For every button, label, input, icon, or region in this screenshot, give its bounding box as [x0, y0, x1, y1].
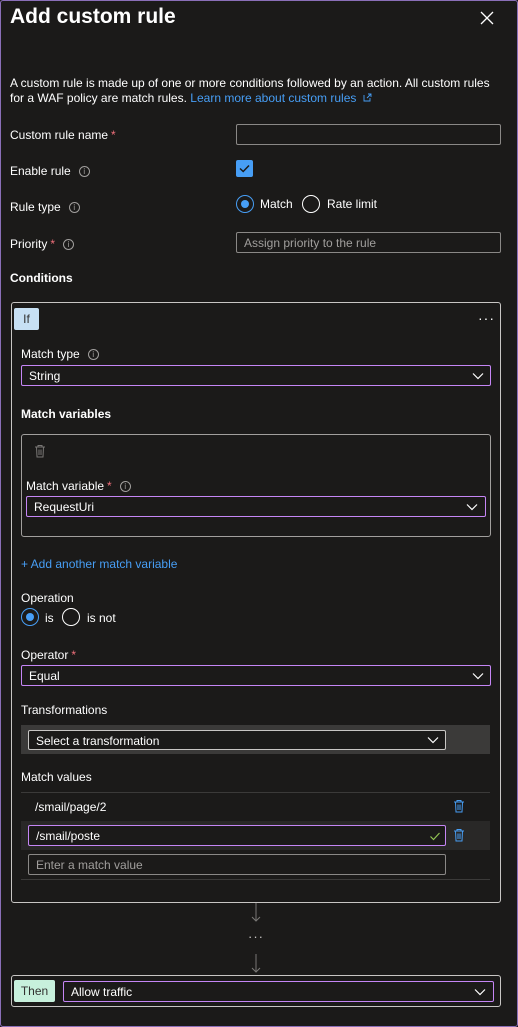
match-type-value: String	[29, 369, 61, 383]
priority-placeholder: Assign priority to the rule	[244, 236, 377, 250]
match-value-placeholder: Enter a match value	[36, 858, 143, 872]
info-icon[interactable]: i	[63, 239, 75, 251]
match-variable-value: RequestUri	[34, 500, 95, 514]
then-badge: Then	[14, 980, 55, 1002]
add-match-variable-link[interactable]: + Add another match variable	[21, 557, 177, 571]
more-options-icon[interactable]: ···	[478, 310, 495, 326]
info-icon[interactable]: i	[87, 349, 99, 361]
divider	[21, 792, 490, 793]
check-icon	[239, 164, 250, 173]
delete-icon[interactable]	[453, 799, 465, 813]
rule-type-match-label[interactable]: Match	[260, 197, 293, 211]
match-type-dropdown[interactable]: String	[21, 365, 491, 386]
match-variable-dropdown[interactable]: RequestUri	[26, 496, 486, 517]
operation-label: Operation	[21, 591, 74, 605]
priority-input[interactable]: Assign priority to the rule	[236, 232, 501, 253]
custom-rule-name-input[interactable]	[236, 124, 501, 145]
conditions-heading: Conditions	[10, 271, 73, 285]
match-value-text: /smail/poste	[36, 829, 101, 843]
info-icon[interactable]: i	[68, 202, 80, 214]
match-values-label: Match values	[21, 770, 92, 784]
transformation-placeholder: Select a transformation	[36, 734, 160, 748]
arrow-down-icon	[251, 954, 261, 973]
panel-title: Add custom rule	[10, 5, 176, 28]
ellipsis-indicator: ···	[248, 929, 264, 944]
arrow-down-icon	[251, 903, 261, 922]
close-icon[interactable]	[478, 9, 496, 27]
action-dropdown[interactable]: Allow traffic	[63, 981, 494, 1002]
operation-is-label[interactable]: is	[45, 611, 54, 625]
operation-is-not-label[interactable]: is not	[87, 611, 116, 625]
info-icon[interactable]: i	[119, 481, 131, 493]
match-variable-label: Match variable * i	[26, 479, 131, 493]
external-link-icon	[363, 93, 372, 102]
chevron-down-icon	[427, 737, 439, 744]
match-value-item[interactable]: /smail/page/2	[35, 800, 106, 814]
chevron-down-icon	[466, 504, 478, 511]
custom-rule-name-label: Custom rule name *	[10, 128, 116, 142]
transformation-dropdown[interactable]: Select a transformation	[28, 730, 446, 750]
operation-is-not-radio[interactable]	[62, 608, 80, 626]
delete-icon[interactable]	[34, 444, 46, 458]
chevron-down-icon	[472, 373, 484, 380]
rule-type-rate-limit-radio[interactable]	[302, 195, 320, 213]
transformations-label: Transformations	[21, 703, 108, 717]
match-variables-heading: Match variables	[21, 407, 112, 421]
match-value-input[interactable]: Enter a match value	[28, 854, 446, 875]
operation-is-radio[interactable]	[21, 608, 39, 626]
action-value: Allow traffic	[71, 985, 133, 999]
match-type-label: Match type i	[21, 347, 99, 361]
learn-more-link[interactable]: Learn more about custom rules	[190, 91, 356, 105]
rule-type-rate-limit-label[interactable]: Rate limit	[327, 197, 377, 211]
match-value-input-editing[interactable]: /smail/poste	[28, 825, 446, 846]
divider	[21, 879, 490, 880]
rule-type-match-radio[interactable]	[236, 195, 254, 213]
info-icon[interactable]: i	[78, 166, 90, 178]
enable-rule-label: Enable rule i	[10, 164, 90, 178]
operator-dropdown[interactable]: Equal	[21, 665, 491, 686]
chevron-down-icon	[474, 989, 486, 996]
enable-rule-checkbox[interactable]	[236, 160, 253, 177]
operator-value: Equal	[29, 669, 60, 683]
panel-description: A custom rule is made up of one or more …	[10, 76, 490, 105]
delete-icon[interactable]	[453, 828, 465, 842]
if-badge: If	[14, 308, 39, 330]
operator-label: Operator *	[21, 648, 77, 662]
check-icon	[430, 832, 440, 841]
chevron-down-icon	[472, 673, 484, 680]
priority-label: Priority * i	[10, 237, 75, 251]
rule-type-label: Rule type i	[10, 200, 80, 214]
